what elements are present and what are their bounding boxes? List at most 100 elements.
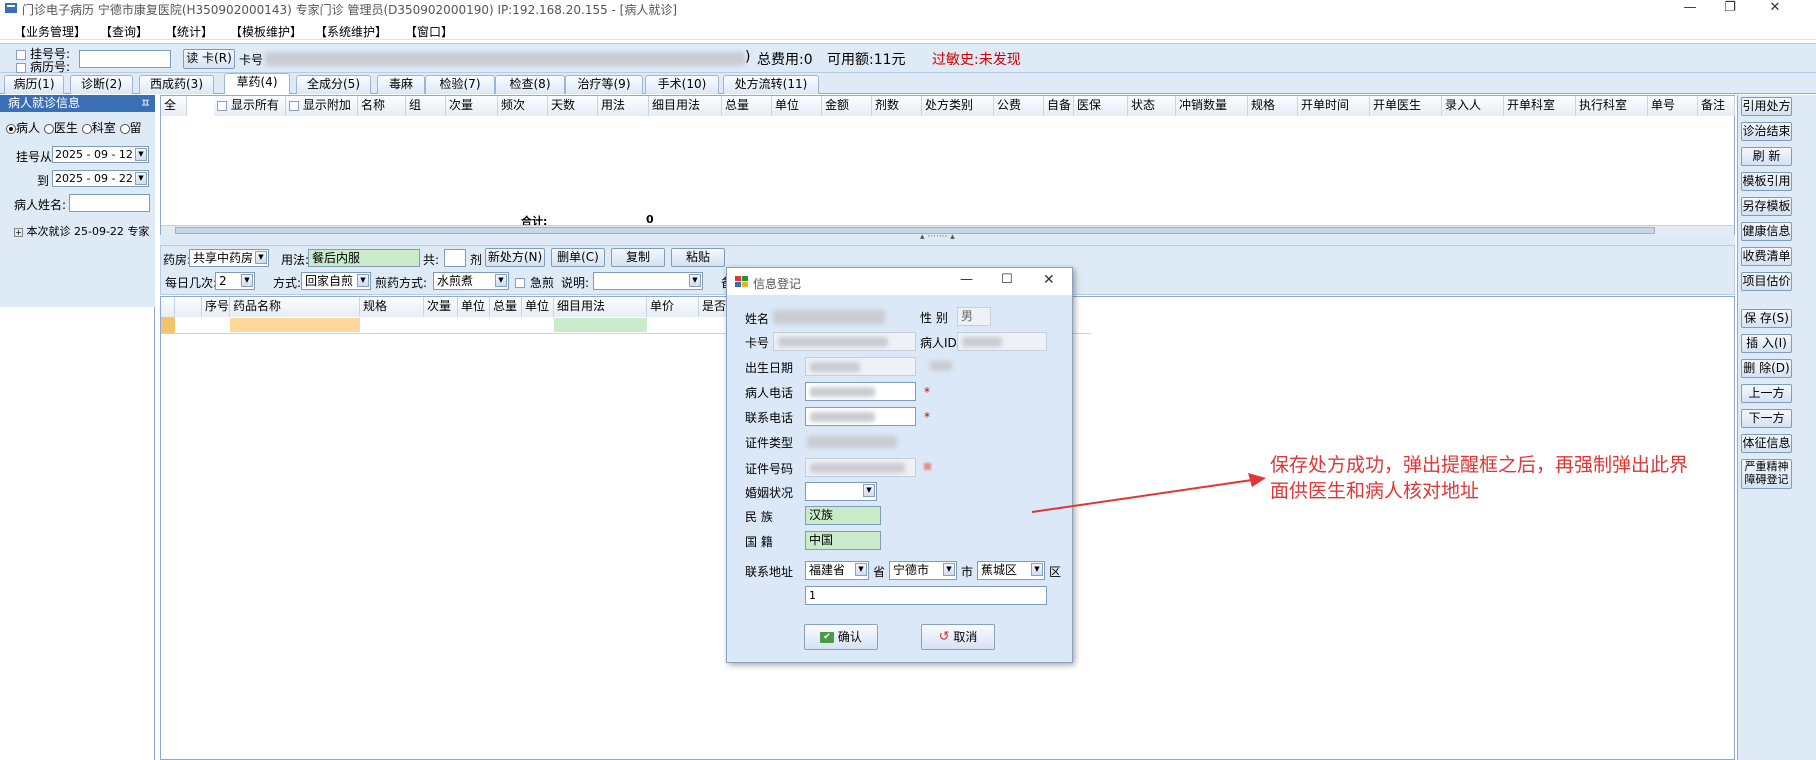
splitter[interactable]: ▴ ······· ▴ [160,232,1735,245]
col-entered-by[interactable]: 录入人 [1442,96,1504,116]
menu-window[interactable]: 【窗口】 [405,23,453,40]
chevron-down-icon[interactable]: ▼ [855,563,867,576]
mental-disorder-register-button[interactable]: 严重精神障碍登记 [1741,459,1792,489]
col-exec-dept[interactable]: 执行科室 [1576,96,1648,116]
prev-rx-button[interactable]: 上一方 [1741,384,1792,403]
radio-doctor[interactable] [43,123,54,134]
pharmacy-select[interactable]: 共享中药房 ▼ [189,249,269,267]
col-amount[interactable]: 金额 [822,96,872,116]
col-total[interactable]: 总量 [722,96,772,116]
dialog-close-icon[interactable]: ✕ [1043,272,1055,288]
col-status[interactable]: 状态 [1128,96,1176,116]
chevron-down-icon[interactable]: ▼ [689,274,701,287]
urgent-checkbox[interactable] [515,275,525,289]
radio-stay[interactable] [119,123,130,134]
col-insurance[interactable]: 医保 [1074,96,1128,116]
tab-full-component[interactable]: 全成分(5) [296,75,371,94]
chevron-down-icon[interactable]: ▼ [1031,563,1043,576]
tab-medical-record[interactable]: 病历(1) [4,75,64,94]
district-select[interactable]: 蕉城区 ▼ [977,561,1045,580]
minimize-icon[interactable]: — [1670,0,1710,17]
patient-name-input[interactable] [69,194,150,212]
tab-narcotic[interactable]: 毒麻 [377,75,425,94]
province-select[interactable]: 福建省 ▼ [805,561,869,580]
tab-herbal[interactable]: 草药(4) [224,73,290,94]
refresh-button[interactable]: 刷 新 [1741,147,1792,166]
address-detail-input[interactable]: 1 [805,586,1047,605]
col-drug-name[interactable]: 药品名称 [230,297,360,317]
paste-button[interactable]: 粘贴 [671,248,725,267]
dialog-maximize-icon[interactable]: ☐ [1001,272,1013,287]
col-detail-usage[interactable]: 细目用法 [554,297,647,317]
col-remark[interactable]: 备注 [1698,96,1735,116]
col-show-all[interactable]: 显示所有 [214,96,286,116]
name-input-blurred[interactable] [773,310,885,324]
marital-select[interactable]: ▼ [805,482,877,501]
col-dose[interactable]: 次量 [446,96,498,116]
col-writeoff[interactable]: 冲销数量 [1176,96,1248,116]
template-cite-button[interactable]: 模板引用 [1741,172,1792,191]
menu-template[interactable]: 【模板维护】 [230,23,302,40]
menu-query[interactable]: 【查询】 [100,23,148,40]
chevron-down-icon[interactable]: ▼ [943,563,955,576]
col-self[interactable]: 自备 [1044,96,1074,116]
tab-lab[interactable]: 检验(7) [425,75,495,94]
cite-prescription-button[interactable]: 引用处方 [1741,97,1792,116]
finish-treatment-button[interactable]: 诊治结束 [1741,122,1792,141]
col-unit[interactable]: 单位 [458,297,490,317]
pid-input[interactable] [957,332,1047,351]
expand-icon[interactable]: + [14,227,23,237]
detail-usage-cell[interactable] [554,318,647,332]
col-open-time[interactable]: 开单时间 [1298,96,1370,116]
delete-rx-button[interactable]: 删单(C) [551,248,605,267]
dob-input[interactable] [805,357,916,376]
copy-button[interactable]: 复制 [611,248,665,267]
col-show-extra[interactable]: 显示附加 [286,96,358,116]
row-selector-header[interactable] [161,297,175,317]
chevron-down-icon[interactable]: ▼ [495,274,507,287]
to-date-picker[interactable]: 2025 - 09 - 22 ▼ [52,170,149,187]
from-date-picker[interactable]: 2025 - 09 - 12 ▼ [52,146,149,163]
visit-tree-item[interactable]: + 本次就诊 25-09-22 专家 [14,223,154,239]
col-frequency[interactable]: 频次 [498,96,548,116]
vital-signs-button[interactable]: 体征信息 [1741,434,1792,453]
col-detail-usage[interactable]: 细目用法 [649,96,722,116]
tab-treatment[interactable]: 治疗等(9) [565,75,643,94]
scroll-thumb[interactable] [175,227,1655,234]
col-group[interactable]: 组 [406,96,446,116]
record-no-checkbox[interactable] [16,60,26,74]
next-rx-button[interactable]: 下一方 [1741,409,1792,428]
reg-no-checkbox[interactable] [16,47,26,61]
col-name[interactable]: 名称 [358,96,406,116]
col-open-dept[interactable]: 开单科室 [1504,96,1576,116]
idtype-select-blurred[interactable] [807,436,897,448]
save-button[interactable]: 保 存(S) [1741,309,1792,328]
chevron-down-icon[interactable]: ▼ [255,251,267,264]
read-card-button[interactable]: 读 卡(R) [183,49,235,69]
decoct-select[interactable]: 水煎煮 ▼ [433,272,509,290]
col-open-doctor[interactable]: 开单医生 [1370,96,1442,116]
col-public[interactable]: 公费 [994,96,1044,116]
pin-icon[interactable]: ㅍ [140,95,151,111]
fee-list-button[interactable]: 收费清单 [1741,247,1792,266]
col-unit[interactable]: 单位 [772,96,822,116]
daily-times-select[interactable]: 2 ▼ [215,272,255,290]
drug-name-cell[interactable] [230,318,360,332]
tab-exam[interactable]: 检查(8) [495,75,565,94]
chevron-down-icon[interactable]: ▼ [135,148,147,161]
tab-prescription-flow[interactable]: 处方流转(11) [723,75,819,94]
country-input[interactable]: 中国 [805,531,881,550]
card-input[interactable] [773,332,916,351]
col-all[interactable]: 全 [161,96,187,116]
gender-value[interactable]: 男 [957,307,991,326]
col-doses[interactable]: 剂数 [872,96,922,116]
chevron-down-icon[interactable]: ▼ [357,274,369,287]
close-icon[interactable]: ✕ [1755,0,1795,17]
chevron-down-icon[interactable]: ▼ [241,274,253,287]
idno-input[interactable] [805,458,916,477]
col-price[interactable]: 单价 [647,297,699,317]
cancel-button[interactable]: ↺ 取消 [921,624,995,650]
delete-button[interactable]: 删 除(D) [1741,359,1792,378]
usage-input[interactable]: 餐后内服 [308,249,420,267]
tab-diagnosis[interactable]: 诊断(2) [70,75,133,94]
